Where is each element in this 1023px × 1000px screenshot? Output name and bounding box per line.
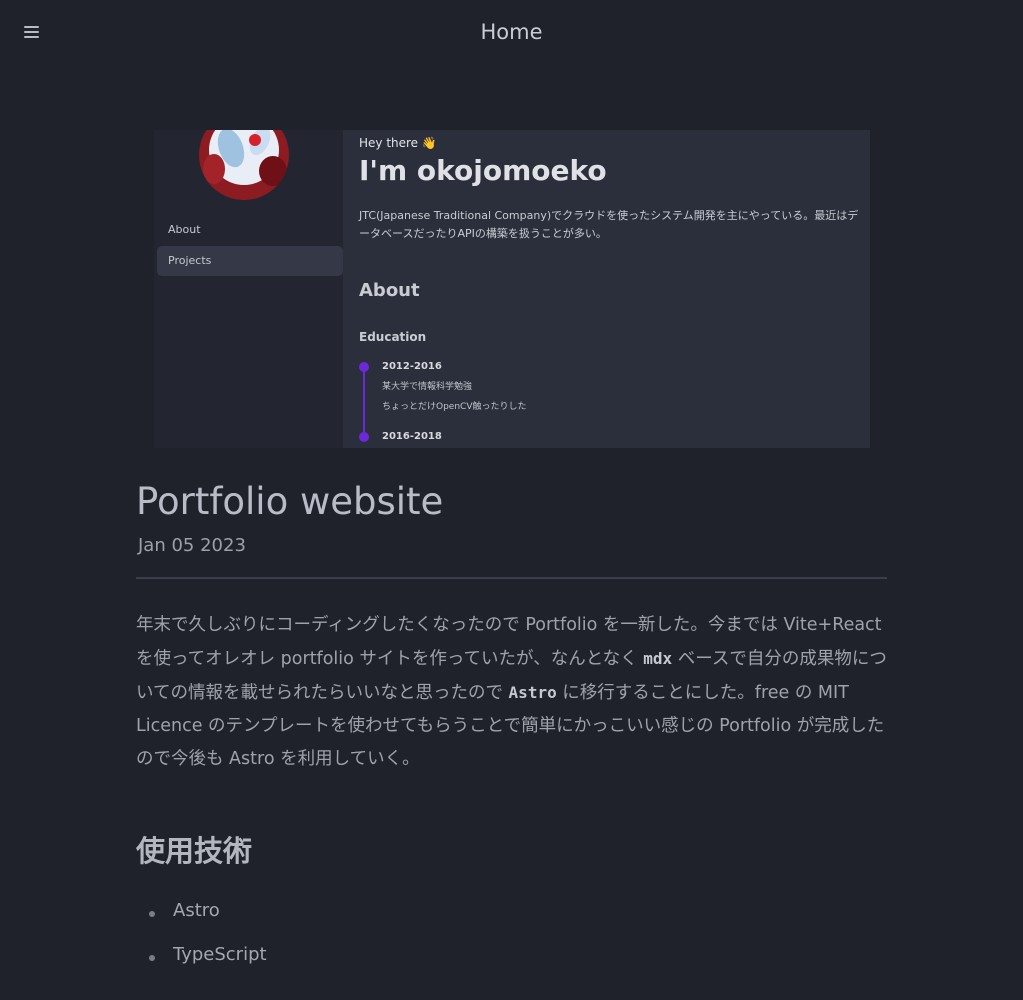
divider (136, 577, 887, 579)
avatar (199, 130, 289, 200)
timeline-years: 2016-2018 (382, 431, 442, 442)
preview-sidebar: About Projects (154, 130, 343, 448)
inline-code: mdx (643, 649, 673, 668)
tech-list: Astro TypeScript (136, 900, 267, 988)
preview-education-heading: Education (359, 330, 427, 344)
post-paragraph: 年末で久しぶりにコーディングしたくなったので Portfolio を一新した。今… (136, 609, 887, 776)
inline-code: Astro (508, 683, 557, 702)
timeline-years: 2012-2016 (382, 361, 442, 372)
preview-about-heading: About (359, 280, 420, 301)
preview-sidebar-item-projects: Projects (157, 246, 343, 276)
post-title: Portfolio website (136, 480, 444, 523)
timeline-title: 某大学で情報科学勉強 (382, 382, 473, 392)
preview-greeting: Hey there 👋 (359, 136, 437, 150)
list-item: TypeScript (136, 944, 267, 988)
page-title[interactable]: Home (0, 20, 1023, 44)
timeline-line (363, 367, 365, 437)
timeline-dot (359, 432, 369, 442)
preview-intro-text: JTC(Japanese Traditional Company)でクラウドを使… (359, 209, 859, 240)
timeline-detail: ちょっとだけOpenCV触ったりした (382, 402, 527, 412)
preview-name-heading: I'm okojomoeko (359, 154, 607, 187)
tech-heading: 使用技術 (136, 834, 253, 868)
preview-sidebar-item-about: About (168, 223, 201, 236)
post-date: Jan 05 2023 (138, 535, 246, 556)
hero-preview-image: About Projects Hey there 👋 I'm okojomoek… (154, 130, 870, 448)
top-bar: Home (0, 0, 1023, 66)
timeline-dot (359, 362, 369, 372)
list-item: Astro (136, 900, 267, 944)
